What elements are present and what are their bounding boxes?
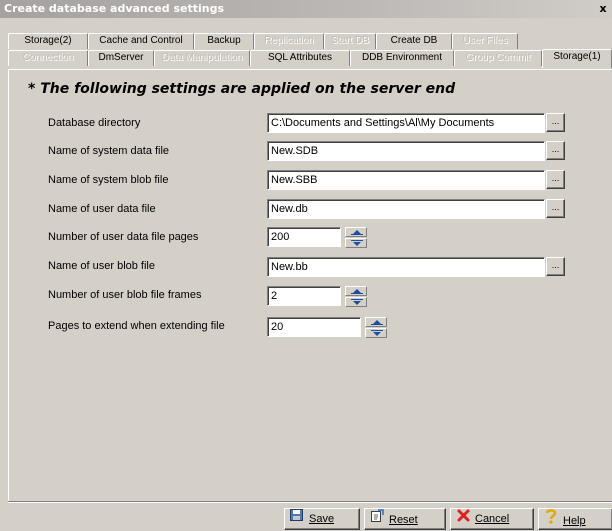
tab-start-db: Start DB xyxy=(324,33,376,49)
system-data-file-label: Name of system data file xyxy=(48,145,170,157)
section-heading: * The following settings are applied on … xyxy=(28,81,456,97)
user-data-file-pages-spinner[interactable] xyxy=(345,227,367,248)
save-button[interactable]: Save xyxy=(284,508,360,530)
tab-group-commit: Group Commit xyxy=(454,50,542,66)
user-blob-file-label: Name of user blob file xyxy=(48,260,155,272)
user-blob-file-input[interactable]: New.bb xyxy=(267,257,545,277)
user-data-file-pages-input[interactable]: 200 xyxy=(267,227,341,247)
user-blob-file-frames-label: Number of user blob file frames xyxy=(48,289,202,301)
cancel-icon xyxy=(455,509,471,529)
title-bar: Create database advanced settings x xyxy=(0,0,612,18)
tab-cache-and-control[interactable]: Cache and Control xyxy=(88,33,194,49)
user-data-file-pages-label: Number of user data file pages xyxy=(48,231,199,243)
tab-storage-1[interactable]: Storage(1) xyxy=(542,49,612,68)
system-data-file-input[interactable]: New.SDB xyxy=(267,141,545,161)
database-directory-label: Database directory xyxy=(48,117,141,129)
help-button[interactable]: Help xyxy=(538,508,612,530)
user-blob-file-browse-button[interactable]: ... xyxy=(546,257,565,276)
close-icon[interactable]: x xyxy=(596,2,610,16)
tab-storage-2[interactable]: Storage(2) xyxy=(8,33,88,49)
database-directory-input[interactable]: C:\Documents and Settings\Al\My Document… xyxy=(267,113,545,133)
reset-button[interactable]: Reset xyxy=(364,508,446,530)
window-title: Create database advanced settings xyxy=(4,2,224,15)
save-icon xyxy=(289,509,305,529)
spinner-down-icon[interactable] xyxy=(345,297,367,307)
spinner-down-icon[interactable] xyxy=(365,328,387,338)
tab-ddb-environment[interactable]: DDB Environment xyxy=(350,50,454,66)
reset-icon xyxy=(369,509,385,530)
system-blob-file-label: Name of system blob file xyxy=(48,174,169,186)
cancel-button[interactable]: Cancel xyxy=(450,508,534,530)
system-blob-file-input[interactable]: New.SBB xyxy=(267,170,545,190)
tab-user-files: User Files xyxy=(452,33,518,49)
tab-backup[interactable]: Backup xyxy=(194,33,254,49)
pages-to-extend-spinner[interactable] xyxy=(365,317,387,338)
settings-panel xyxy=(8,69,612,501)
spinner-up-icon[interactable] xyxy=(365,317,387,327)
tab-replication: Replication xyxy=(254,33,324,49)
system-blob-file-browse-button[interactable]: ... xyxy=(546,170,565,189)
user-blob-file-frames-spinner[interactable] xyxy=(345,286,367,307)
tab-sql-attributes[interactable]: SQL Attributes xyxy=(250,50,350,66)
user-data-file-browse-button[interactable]: ... xyxy=(546,199,565,218)
tab-connection: Connection xyxy=(8,50,88,66)
user-data-file-input[interactable]: New.db xyxy=(267,199,545,219)
user-blob-file-frames-input[interactable]: 2 xyxy=(267,286,341,306)
spinner-up-icon[interactable] xyxy=(345,227,367,237)
help-icon xyxy=(543,509,559,531)
spinner-up-icon[interactable] xyxy=(345,286,367,296)
pages-to-extend-label: Pages to extend when extending file xyxy=(48,320,225,332)
system-data-file-browse-button[interactable]: ... xyxy=(546,141,565,160)
tab-dmserver[interactable]: DmServer xyxy=(88,50,154,66)
tab-data-manipulation: Data Manipulation xyxy=(154,50,250,66)
user-data-file-label: Name of user data file xyxy=(48,203,156,215)
pages-to-extend-input[interactable]: 20 xyxy=(267,317,361,337)
spinner-down-icon[interactable] xyxy=(345,238,367,248)
database-directory-browse-button[interactable]: ... xyxy=(546,113,565,132)
tab-create-db[interactable]: Create DB xyxy=(376,33,452,49)
